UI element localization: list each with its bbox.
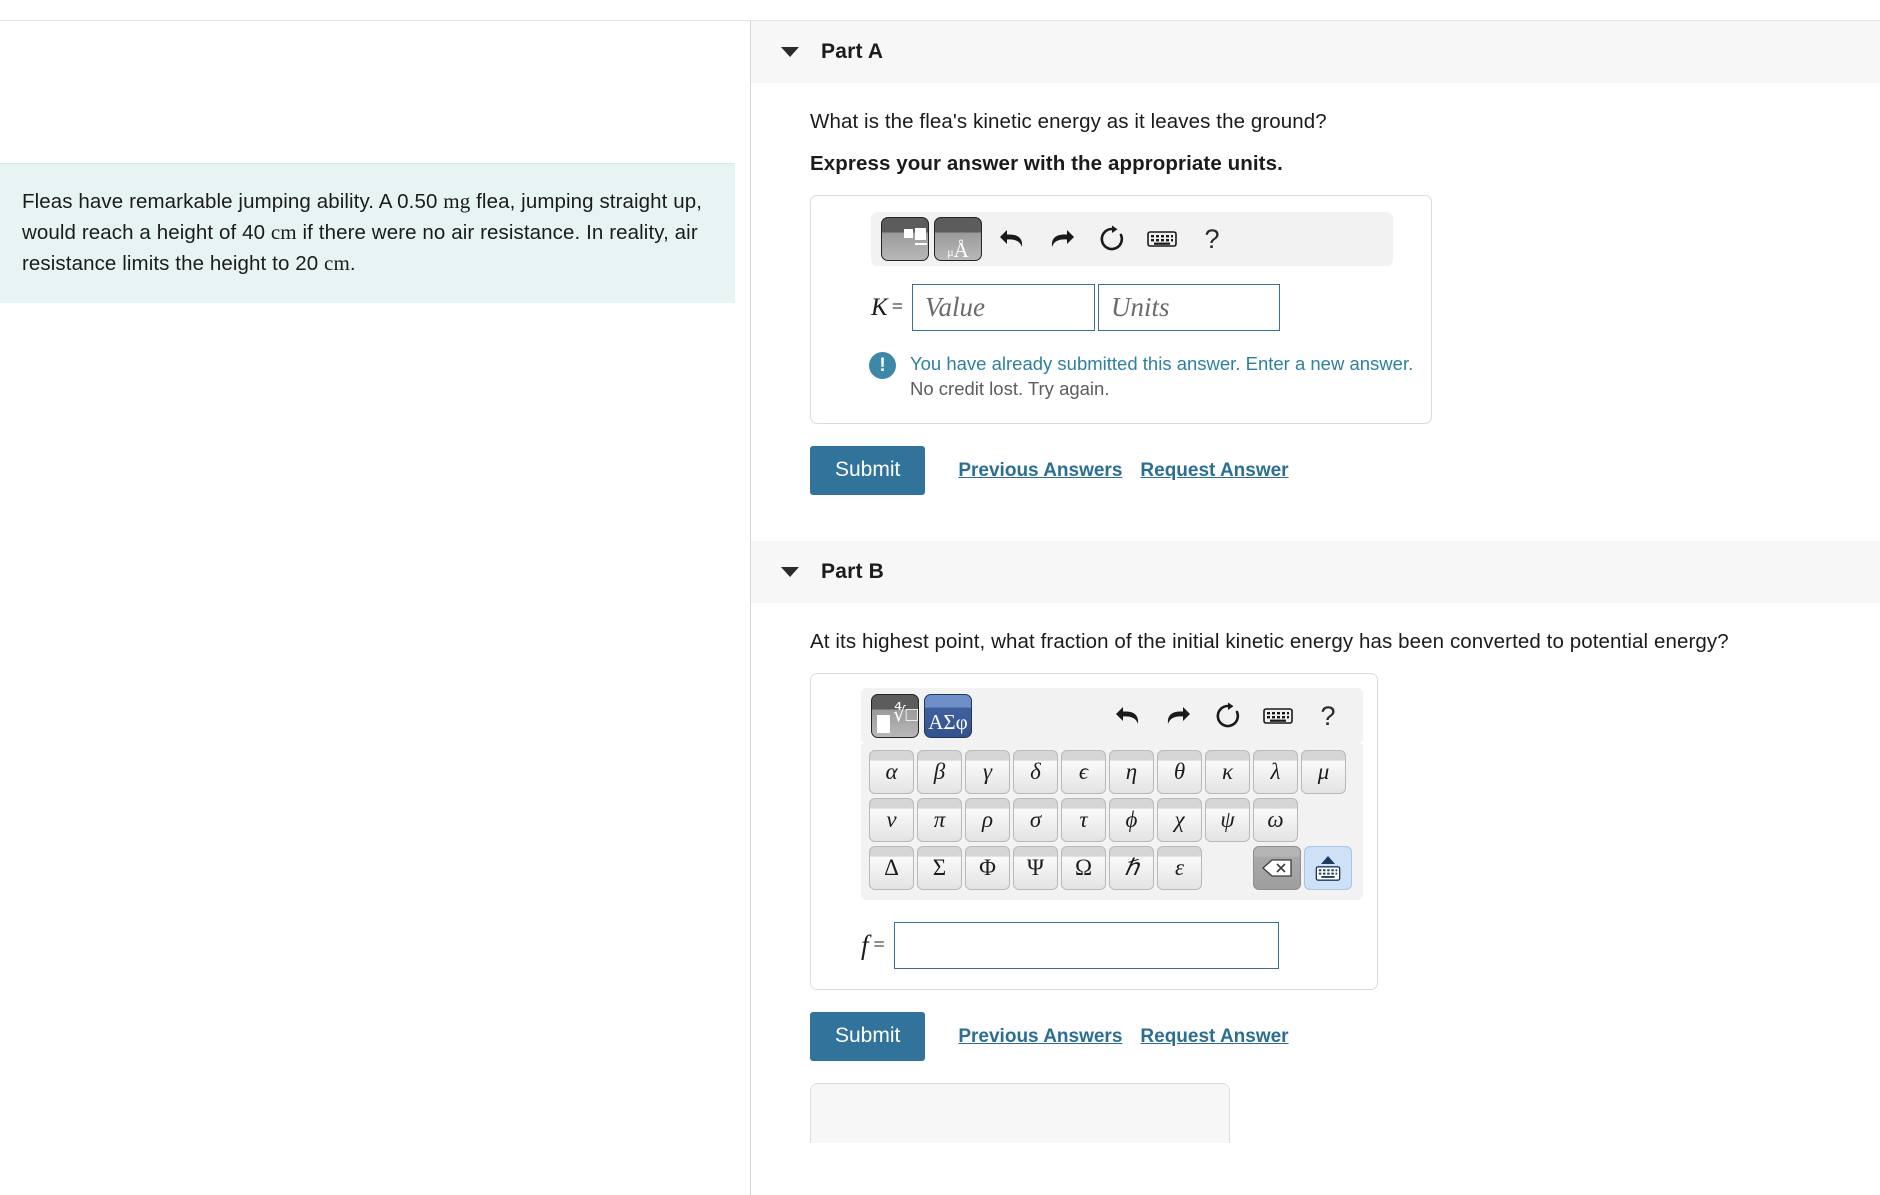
key-Sigma[interactable]: Σ <box>917 846 962 890</box>
part-b-answer-input[interactable] <box>893 922 1279 969</box>
page-root: Fleas have remarkable jumping ability. A… <box>0 0 1880 1195</box>
part-b-variable-label: f <box>861 930 869 960</box>
key-omega[interactable]: ω <box>1253 798 1298 842</box>
hide-keyboard-icon[interactable] <box>1304 846 1352 890</box>
part-a-variable-label: K <box>871 293 888 321</box>
key-gamma[interactable]: γ <box>965 750 1010 794</box>
part-b-title: Part B <box>821 560 885 583</box>
key-phi[interactable]: ϕ <box>1109 798 1154 842</box>
key-Psi[interactable]: Ψ <box>1013 846 1058 890</box>
part-b-question: At its highest point, what fraction of t… <box>810 630 1729 653</box>
backspace-icon[interactable] <box>1253 846 1301 890</box>
units-angstrom: Å <box>953 238 969 261</box>
key-alpha[interactable]: α <box>869 750 914 794</box>
key-epsilon[interactable]: ϵ <box>1061 750 1106 794</box>
key-mu[interactable]: μ <box>1301 750 1346 794</box>
part-b-header[interactable]: Part B <box>751 541 1880 603</box>
key-Omega[interactable]: Ω <box>1061 846 1106 890</box>
part-a-request-answer-link[interactable]: Request Answer <box>1140 460 1288 482</box>
caret-down-icon[interactable] <box>781 47 799 57</box>
part-b-submit-row: Submit Previous Answers Request Answer <box>810 1012 1860 1061</box>
undo-icon[interactable] <box>987 217 1037 261</box>
part-a-header[interactable]: Part A <box>751 21 1880 83</box>
problem-unit-mg: mg <box>443 189 471 213</box>
keypad-row-3: Δ Σ Φ Ψ Ω ℏ ε <box>869 846 1355 890</box>
problem-seg-0: Fleas have remarkable jumping ability. A… <box>22 190 444 213</box>
part-a-equals-sign: = <box>891 296 903 318</box>
key-nu[interactable]: ν <box>869 798 914 842</box>
feedback-line-1: You have already submitted this answer. … <box>910 353 1414 374</box>
key-psi[interactable]: ψ <box>1205 798 1250 842</box>
keypad-spacer <box>1205 846 1253 890</box>
help-icon[interactable]: ? <box>1187 217 1237 261</box>
key-sigma[interactable]: σ <box>1013 798 1058 842</box>
key-Phi[interactable]: Φ <box>965 846 1010 890</box>
redo-icon[interactable] <box>1153 694 1203 738</box>
problem-unit-cm-1: cm <box>270 220 297 244</box>
key-kappa[interactable]: κ <box>1205 750 1250 794</box>
part-a-title: Part A <box>821 40 884 63</box>
keypad-row-1: α β γ δ ϵ η θ κ λ μ <box>869 750 1355 794</box>
key-delta[interactable]: δ <box>1013 750 1058 794</box>
units-palette-button[interactable]: μÅ <box>934 217 982 261</box>
reset-icon[interactable] <box>1087 217 1137 261</box>
key-eta[interactable]: η <box>1109 750 1154 794</box>
template-palette-button[interactable] <box>881 217 929 261</box>
key-hbar[interactable]: ℏ <box>1109 846 1154 890</box>
caret-down-icon[interactable] <box>781 567 799 577</box>
key-Delta[interactable]: Δ <box>869 846 914 890</box>
next-part-partial-box <box>810 1083 1230 1143</box>
problem-pane: Fleas have remarkable jumping ability. A… <box>0 21 750 1195</box>
template-palette-button[interactable]: ∜□ <box>871 694 919 738</box>
redo-icon[interactable] <box>1037 217 1087 261</box>
keyboard-icon[interactable] <box>1253 694 1303 738</box>
part-b-submit-button[interactable]: Submit <box>810 1012 926 1061</box>
part-a-answer-box: μÅ ? K = Value Units ! You have already … <box>810 195 1432 424</box>
part-a-value-input[interactable] <box>911 284 1095 331</box>
micro-angstrom-icon: μÅ <box>935 240 981 261</box>
key-beta[interactable]: β <box>917 750 962 794</box>
undo-icon[interactable] <box>1103 694 1153 738</box>
part-a-previous-answers-link[interactable]: Previous Answers <box>958 460 1122 482</box>
part-a-feedback: ! You have already submitted this answer… <box>869 351 1431 401</box>
greek-palette-button[interactable]: ΑΣφ <box>924 694 972 738</box>
reset-icon[interactable] <box>1203 694 1253 738</box>
key-chi[interactable]: χ <box>1157 798 1202 842</box>
keyboard-icon[interactable] <box>1137 217 1187 261</box>
key-tau[interactable]: τ <box>1061 798 1106 842</box>
part-b-equals-sign: = <box>873 934 885 956</box>
problem-unit-cm-2: cm <box>324 251 350 275</box>
part-a-instruction: Express your answer with the appropriate… <box>810 152 1283 175</box>
part-a-submit-button[interactable]: Submit <box>810 446 926 495</box>
greek-keypad: α β γ δ ϵ η θ κ λ μ ν π ρ σ τ ϕ χ ψ ω Δ … <box>861 744 1363 900</box>
part-a-input-row: K = <box>871 284 1431 331</box>
problem-statement-card: Fleas have remarkable jumping ability. A… <box>0 163 735 303</box>
part-b-previous-answers-link[interactable]: Previous Answers <box>958 1026 1122 1048</box>
part-b-request-answer-link[interactable]: Request Answer <box>1140 1026 1288 1048</box>
part-a-units-input[interactable] <box>1097 284 1280 331</box>
problem-seg-6: . <box>349 252 356 275</box>
part-b-body: At its highest point, what fraction of t… <box>751 627 1880 1143</box>
keypad-row-2: ν π ρ σ τ ϕ χ ψ ω <box>869 798 1355 842</box>
part-a-body: What is the flea's kinetic energy as it … <box>751 107 1880 495</box>
part-b-input-row: f = <box>861 922 1377 969</box>
help-icon[interactable]: ? <box>1303 694 1353 738</box>
sqrt-icon: ∜□ <box>893 704 918 726</box>
exclamation-circle-icon: ! <box>869 352 896 379</box>
key-theta[interactable]: θ <box>1157 750 1202 794</box>
part-a-submit-row: Submit Previous Answers Request Answer <box>810 446 1860 495</box>
key-rho[interactable]: ρ <box>965 798 1010 842</box>
part-a-question: What is the flea's kinetic energy as it … <box>810 110 1327 133</box>
greek-palette-label: ΑΣφ <box>928 710 968 734</box>
part-b-math-toolbar: ∜□ ΑΣφ ? <box>861 688 1363 744</box>
problem-statement-text: Fleas have remarkable jumping ability. A… <box>22 186 713 279</box>
parts-pane: Part A What is the flea's kinetic energy… <box>751 21 1880 1195</box>
key-pi[interactable]: π <box>917 798 962 842</box>
feedback-line-2: No credit lost. Try again. <box>910 378 1110 399</box>
part-b-answer-box: ∜□ ΑΣφ ? α β γ δ ϵ η θ κ λ μ ν π ρ σ τ ϕ… <box>810 673 1378 990</box>
key-varepsilon[interactable]: ε <box>1157 846 1202 890</box>
key-lambda[interactable]: λ <box>1253 750 1298 794</box>
part-a-math-toolbar: μÅ ? <box>871 212 1393 266</box>
